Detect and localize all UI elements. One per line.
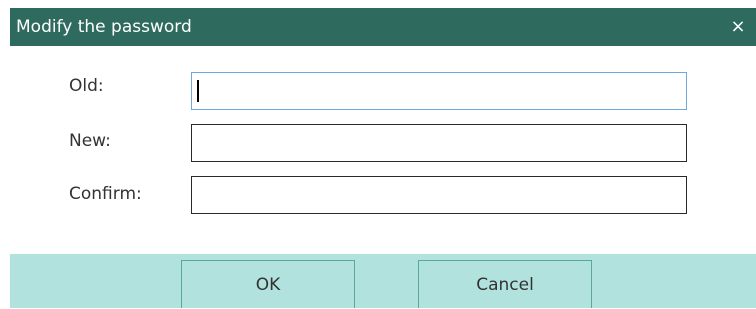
dialog-title: Modify the password <box>16 17 192 37</box>
password-form: Old: New: Confirm: <box>10 46 756 254</box>
cancel-button[interactable]: Cancel <box>418 260 592 308</box>
old-password-label: Old: <box>69 76 104 96</box>
new-password-label: New: <box>69 131 111 151</box>
close-icon[interactable]: × <box>720 8 756 46</box>
confirm-password-label: Confirm: <box>69 184 142 204</box>
dialog-titlebar: Modify the password × <box>10 8 756 46</box>
window-top-strip <box>0 0 756 8</box>
confirm-password-input[interactable] <box>191 176 687 214</box>
dialog-button-bar: OK Cancel <box>10 254 756 308</box>
text-caret <box>197 80 199 102</box>
ok-button[interactable]: OK <box>181 260 355 308</box>
old-password-input[interactable] <box>191 72 687 110</box>
new-password-input[interactable] <box>191 124 687 162</box>
